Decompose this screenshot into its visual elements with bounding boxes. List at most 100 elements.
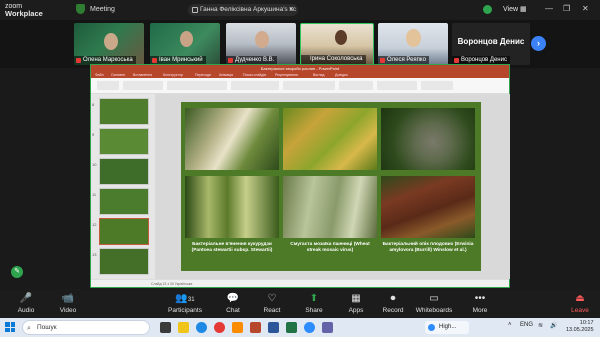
ppt-status-bar: Слайд 13 з 30 Українська — [91, 279, 509, 287]
word-icon[interactable] — [268, 322, 279, 333]
ribbon-group[interactable] — [377, 81, 417, 90]
slide-thumbnail[interactable] — [99, 158, 149, 185]
leave-label: Leave — [571, 307, 589, 314]
file-explorer-icon[interactable] — [178, 322, 189, 333]
participants-count: 31 — [187, 297, 195, 303]
ribbon-group[interactable] — [123, 81, 163, 90]
shield-icon[interactable] — [76, 4, 85, 14]
audio-label: Audio — [17, 307, 35, 314]
participants-icon: 👥31 — [175, 293, 195, 304]
grid-icon: ▦ — [520, 6, 527, 13]
taskbar-search[interactable]: ⌕ Пошук — [22, 320, 150, 335]
brand-line-2: Workplace — [5, 9, 43, 18]
wifi-icon[interactable]: ≋ — [538, 322, 543, 329]
teams-icon[interactable] — [322, 322, 333, 333]
more-button[interactable]: ••• More — [456, 292, 504, 314]
view-button[interactable]: View ▦ — [503, 5, 527, 13]
current-slide[interactable]: Бактеріальне в'янення кукурудзи (Pantoea… — [181, 102, 481, 271]
participant-tile[interactable]: Іван Мринський — [150, 23, 220, 65]
whiteboards-button[interactable]: ▭ Whiteboards — [410, 292, 458, 314]
taskbar-app-high[interactable]: High... — [425, 321, 469, 334]
active-speaker-tile[interactable]: Ірина Соколовська — [300, 23, 374, 65]
ppt-title-bar: Бактеріальні хвороби рослин - PowerPoint — [91, 65, 509, 72]
volume-icon[interactable]: 🔊 — [550, 322, 557, 329]
caption-wheat-mosaic: Смугаста мозаїка пшениці (Wheat streak m… — [290, 242, 370, 253]
share-button[interactable]: ⬆ Share — [290, 292, 338, 314]
search-placeholder: Пошук — [37, 324, 57, 331]
leave-icon: ⏏ — [575, 293, 585, 304]
ribbon-group[interactable] — [339, 81, 373, 90]
slide-thumbnail[interactable] — [99, 188, 149, 215]
whiteboard-icon: ▭ — [429, 293, 439, 304]
windows-taskbar: ⌕ Пошук High... ˄ ENG ≋ 🔊 10:17 13.05.20… — [0, 318, 600, 337]
search-icon: ⌕ — [27, 325, 31, 332]
participant-face — [180, 31, 193, 47]
taskbar-clock[interactable]: 10:17 13.05.2025 — [566, 320, 594, 334]
keyboard-language[interactable]: ENG — [520, 322, 533, 328]
windows-start-icon[interactable] — [5, 322, 15, 332]
slide-thumbnail[interactable] — [99, 98, 149, 125]
meeting-toolbar: 🎤 Audio 📹 Video 👥31 Participants 💬 Chat … — [0, 289, 600, 318]
chrome-icon[interactable] — [214, 322, 225, 333]
excel-icon[interactable] — [286, 322, 297, 333]
minimize-button[interactable]: — — [545, 4, 553, 13]
app-icon — [428, 324, 435, 331]
slide-editor: Бактеріальне в'янення кукурудзи (Pantoea… — [155, 94, 510, 279]
participant-tile[interactable]: Олена Маркоська — [74, 23, 144, 65]
whiteboards-label: Whiteboards — [415, 307, 453, 314]
more-label: More — [472, 307, 488, 314]
next-page-button[interactable]: › — [531, 36, 546, 51]
participant-face — [104, 33, 118, 50]
leave-button[interactable]: ⏏ Leave — [566, 292, 594, 314]
participant-tile[interactable]: Воронцов Денис Воронцов Денис — [452, 23, 530, 65]
participant-face — [255, 31, 269, 48]
thumb-number: 10 — [92, 162, 97, 167]
ribbon-group[interactable] — [231, 81, 279, 90]
caption-corn-wilt: Бактеріальне в'янення кукурудзи (Pantoea… — [191, 242, 273, 253]
react-label: React — [263, 307, 281, 314]
muted-mic-icon — [76, 58, 81, 63]
audio-button[interactable]: 🎤 Audio — [2, 292, 50, 314]
heart-icon: ♡ — [267, 293, 277, 304]
participant-name: Ірина Соколовська — [301, 55, 366, 64]
tray-chevron-icon[interactable]: ˄ — [508, 322, 512, 328]
react-button[interactable]: ♡ React — [248, 292, 296, 314]
security-check-icon[interactable] — [483, 5, 492, 14]
close-icon[interactable]: ✕ — [289, 4, 294, 16]
thumb-number: 12 — [92, 222, 97, 227]
store-icon[interactable] — [232, 322, 243, 333]
zoom-taskbar-icon[interactable] — [304, 322, 315, 333]
clock-time: 10:17 — [579, 320, 594, 326]
annotate-pen-icon[interactable]: ✎ — [11, 266, 23, 278]
thumb-number: 8 — [92, 102, 95, 107]
photo-corn-field — [185, 176, 279, 238]
powerpoint-icon[interactable] — [250, 322, 261, 333]
slide-thumbnail-selected[interactable] — [99, 218, 149, 245]
slide-thumbnail[interactable] — [99, 128, 149, 155]
photo-leaf-spots — [283, 108, 377, 170]
photo-diseased-fruit — [381, 108, 475, 170]
slide-thumbnail[interactable] — [99, 248, 149, 275]
slide-thumbnail-pane: 8 9 10 11 12 13 — [91, 94, 155, 279]
restore-button[interactable]: ❐ — [563, 4, 570, 13]
participants-button[interactable]: 👥31 Participants — [161, 292, 209, 314]
ppt-ribbon — [91, 78, 509, 94]
screen-share-pill[interactable]: Ганна Феліксівна Аркушина's sc ✕ — [188, 4, 298, 16]
task-view-icon[interactable] — [160, 322, 171, 333]
view-label: View — [503, 6, 519, 13]
ribbon-group[interactable] — [167, 81, 227, 90]
meeting-label[interactable]: Meeting — [90, 6, 115, 13]
ribbon-group[interactable] — [421, 81, 453, 90]
photo-wheat-mosaic — [283, 176, 377, 238]
shared-screen[interactable]: Бактеріальні хвороби рослин - PowerPoint… — [90, 64, 510, 288]
video-button[interactable]: 📹 Video — [44, 292, 92, 314]
close-window-button[interactable]: ✕ — [582, 4, 589, 13]
participant-tile[interactable]: Олеся Реяпко — [378, 23, 448, 65]
ribbon-group[interactable] — [283, 81, 335, 90]
video-label: Video — [59, 307, 77, 314]
share-arrow-icon: ⬆ — [309, 293, 319, 304]
participant-tile[interactable]: Дудченко В.В. — [226, 23, 296, 65]
participant-big-name: Воронцов Денис — [457, 37, 525, 46]
ribbon-group[interactable] — [97, 81, 119, 90]
edge-icon[interactable] — [196, 322, 207, 333]
